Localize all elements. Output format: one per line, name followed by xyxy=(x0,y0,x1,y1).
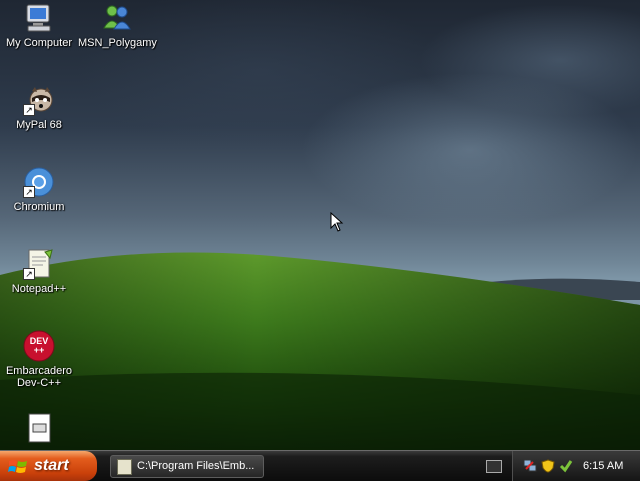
mypal-raccoon-icon: ↗ xyxy=(23,84,55,116)
desktop-icon-file[interactable] xyxy=(0,412,78,447)
desktop-icon-label: My Computer xyxy=(5,37,73,49)
desktop-icon-label: MSN_Polygamy xyxy=(78,37,157,49)
notepad-icon xyxy=(117,459,132,475)
windows-flag-icon xyxy=(8,460,27,473)
desktop-icon-mypal[interactable]: ↗ MyPal 68 xyxy=(0,84,78,131)
wallpaper xyxy=(0,252,640,450)
taskbar-item-program-files[interactable]: C:\Program Files\Emb... xyxy=(110,455,264,478)
desktop-icon-label: Embarcadero Dev-C++ xyxy=(5,365,73,389)
desktop[interactable]: My Computer MSN_Polygamy ↗ MyPal 68 ↗ Ch… xyxy=(0,0,640,450)
tray-check-icon[interactable] xyxy=(559,459,573,473)
desktop-icon-msn-polygamy[interactable]: MSN_Polygamy xyxy=(78,2,157,49)
shortcut-arrow-icon: ↗ xyxy=(23,104,35,116)
shortcut-arrow-icon: ↗ xyxy=(23,186,35,198)
desktop-icon-label: MyPal 68 xyxy=(16,119,62,131)
desktop-icon-my-computer[interactable]: My Computer xyxy=(0,2,78,49)
dev-cpp-icon: DEV ++ xyxy=(23,330,55,362)
msn-users-icon xyxy=(101,2,133,34)
chromium-icon: ↗ xyxy=(23,166,55,198)
desktop-icon-label: Notepad++ xyxy=(11,283,67,295)
security-shield-icon[interactable] xyxy=(541,459,555,473)
keyboard-icon[interactable] xyxy=(486,460,502,473)
desktop-icon-chromium[interactable]: ↗ Chromium xyxy=(0,166,78,213)
dev-icon-text: DEV ++ xyxy=(29,336,49,355)
notepad-plus-plus-icon: ↗ xyxy=(23,248,55,280)
start-button[interactable]: start xyxy=(0,451,97,481)
desktop-icon-notepad-plus-plus[interactable]: ↗ Notepad++ xyxy=(0,248,78,295)
taskbar: start C:\Program Files\Emb... 6:15 AM xyxy=(0,450,640,481)
system-tray: 6:15 AM xyxy=(512,451,640,481)
taskbar-item-label: C:\Program Files\Emb... xyxy=(137,460,255,472)
start-label: start xyxy=(34,457,69,474)
shortcut-arrow-icon: ↗ xyxy=(23,268,35,280)
clock[interactable]: 6:15 AM xyxy=(583,460,623,472)
file-icon xyxy=(23,412,55,444)
computer-icon xyxy=(23,2,55,34)
desktop-icon-label: Chromium xyxy=(13,201,65,213)
desktop-icon-dev-cpp[interactable]: DEV ++ Embarcadero Dev-C++ xyxy=(0,330,78,389)
network-icon[interactable] xyxy=(523,459,537,473)
mouse-cursor xyxy=(330,212,344,232)
